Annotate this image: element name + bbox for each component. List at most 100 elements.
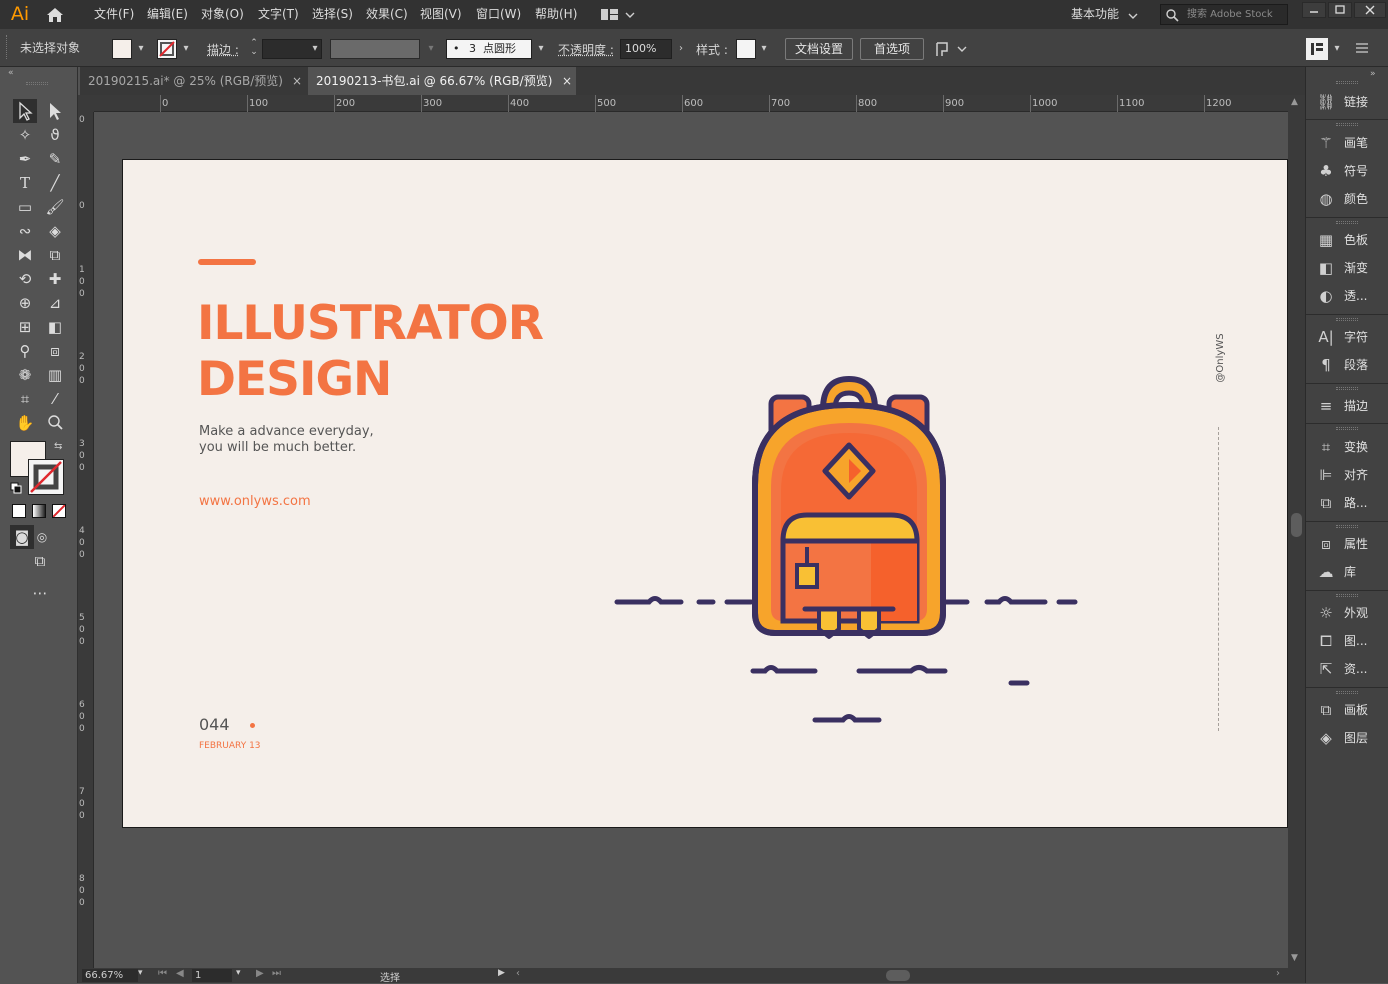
vertical-ruler[interactable]: 0 0 100 200 300 400 500 600 700 800 — [78, 112, 94, 968]
document-setup-button[interactable]: 文档设置 — [785, 38, 853, 60]
opacity-field[interactable]: 100% — [620, 39, 672, 59]
brush-definition-field[interactable]: • 3 点圆形 — [446, 39, 532, 59]
search-stock-field[interactable]: 搜索 Adobe Stock — [1160, 4, 1288, 25]
panel-symbols[interactable]: ♣ 符号 — [1314, 158, 1384, 184]
stroke-weight-stepper[interactable]: ⌃ ⌄ — [248, 39, 260, 59]
panel-appearance[interactable]: ☼ 外观 — [1314, 600, 1384, 626]
chevron-down-icon[interactable] — [1128, 10, 1138, 20]
panel-gradient[interactable]: ◧ 渐变 — [1314, 255, 1384, 281]
home-icon[interactable] — [44, 5, 66, 25]
expand-panels-icon[interactable]: » — [1370, 69, 1376, 79]
shaper-tool-icon[interactable]: ∾ — [13, 219, 37, 243]
column-graph-tool-icon[interactable]: ▥ — [43, 363, 67, 387]
panel-links[interactable]: ⛓ 链接 — [1314, 89, 1384, 115]
close-icon[interactable]: × — [292, 67, 302, 95]
toolbox-grip[interactable] — [26, 82, 48, 85]
panel-graphic-styles[interactable]: ⧠ 图... — [1314, 628, 1384, 654]
panel-menu-icon[interactable] — [1354, 41, 1370, 55]
screen-mode-icon[interactable]: ⧉ — [28, 549, 52, 573]
next-artboard-button[interactable]: ▶ — [256, 968, 264, 979]
width-tool-icon[interactable]: ⟲ — [13, 267, 37, 291]
selection-tool-icon[interactable] — [13, 99, 37, 123]
panel-grip[interactable] — [1336, 221, 1358, 224]
panel-paragraph[interactable]: ¶ 段落 — [1314, 352, 1384, 378]
control-bar-grip[interactable] — [6, 35, 9, 59]
panel-properties[interactable]: ⧈ 属性 — [1314, 531, 1384, 557]
panel-toggle-dropdown[interactable]: ▾ — [1330, 39, 1344, 59]
draw-behind-icon[interactable]: ◎ — [30, 525, 54, 549]
edit-toolbar-icon[interactable]: ⋯ — [28, 581, 52, 605]
panel-libraries[interactable]: ☁ 库 — [1314, 559, 1384, 585]
profile-dropdown[interactable]: ▾ — [424, 39, 438, 59]
panel-layers[interactable]: ◈ 图层 — [1314, 725, 1384, 751]
panel-artboards[interactable]: ⧉ 画板 — [1314, 697, 1384, 723]
fill-color-swatch[interactable] — [112, 39, 132, 59]
paintbrush-tool-icon[interactable]: 🖌 — [43, 195, 67, 219]
panel-transform[interactable]: ⌗ 变换 — [1314, 434, 1384, 460]
line-segment-tool-icon[interactable]: ╱ — [43, 171, 67, 195]
default-colors-icon[interactable] — [10, 482, 22, 494]
tab-document-1[interactable]: 20190215.ai* @ 25% (RGB/预览) × — [80, 67, 306, 95]
lasso-tool-icon[interactable]: ϑ — [43, 123, 67, 147]
stroke-dropdown[interactable]: ▾ — [179, 39, 193, 59]
tab-document-2[interactable]: 20190213-书包.ai @ 66.67% (RGB/预览) × — [308, 67, 576, 95]
magic-wand-tool-icon[interactable]: ✧ — [13, 123, 37, 147]
scroll-down-arrow[interactable]: ▼ — [1291, 953, 1298, 963]
minimize-button[interactable] — [1302, 2, 1326, 18]
blend-tool-icon[interactable]: ⧈ — [43, 339, 67, 363]
type-tool-icon[interactable]: T — [13, 171, 37, 195]
workspace-switcher[interactable]: 基本功能 — [1071, 0, 1119, 29]
panel-transparency[interactable]: ◐ 透... — [1314, 283, 1384, 309]
arrange-documents-icon[interactable] — [600, 8, 636, 22]
pen-tool-icon[interactable]: ✒ — [13, 147, 37, 171]
panel-grip[interactable] — [1336, 691, 1358, 694]
reflect-tool-icon[interactable]: ⧓ — [13, 243, 37, 267]
color-mode-icon[interactable] — [12, 504, 26, 518]
eraser-tool-icon[interactable]: ◈ — [43, 219, 67, 243]
panel-color[interactable]: ◍ 颜色 — [1314, 186, 1384, 212]
none-mode-icon[interactable] — [52, 504, 66, 518]
first-artboard-button[interactable]: ⏮ — [158, 968, 167, 979]
panel-grip[interactable] — [1336, 123, 1358, 126]
fill-dropdown[interactable]: ▾ — [134, 39, 148, 59]
stroke-label[interactable]: 描边 : — [207, 42, 239, 58]
horizontal-scroll-thumb[interactable] — [886, 970, 910, 981]
menu-file[interactable]: 文件(F) — [94, 0, 134, 29]
zoom-dropdown[interactable]: ▾ — [138, 968, 143, 978]
hand-tool-icon[interactable]: ✋ — [13, 411, 37, 435]
opacity-label[interactable]: 不透明度 : — [558, 42, 614, 58]
artboard-number-field[interactable]: 1 — [192, 969, 232, 982]
symbol-sprayer-tool-icon[interactable]: ❁ — [13, 363, 37, 387]
panel-grip[interactable] — [1336, 427, 1358, 430]
panel-grip[interactable] — [1336, 81, 1358, 84]
maximize-button[interactable] — [1328, 2, 1352, 18]
menu-effect[interactable]: 效果(C) — [366, 0, 408, 29]
panel-align[interactable]: ⊫ 对齐 — [1314, 462, 1384, 488]
variable-width-profile[interactable] — [330, 39, 420, 59]
ruler-origin[interactable] — [78, 95, 94, 112]
collapse-panel-icon[interactable]: « — [8, 69, 22, 78]
menu-edit[interactable]: 编辑(E) — [147, 0, 188, 29]
stroke-color-swatch[interactable] — [157, 39, 177, 59]
horizontal-ruler[interactable]: 0 100 200 300 400 500 600 700 800 900 10… — [94, 95, 1288, 112]
panel-grip[interactable] — [1336, 525, 1358, 528]
gradient-tool-icon[interactable]: ◧ — [43, 315, 67, 339]
menu-window[interactable]: 窗口(W) — [476, 0, 521, 29]
panel-grip[interactable] — [1336, 387, 1358, 390]
quick-actions-icon[interactable] — [934, 39, 970, 59]
menu-view[interactable]: 视图(V) — [420, 0, 462, 29]
panel-grip[interactable] — [1336, 594, 1358, 597]
previous-artboard-button[interactable]: ◀ — [176, 968, 184, 979]
menu-type[interactable]: 文字(T) — [258, 0, 299, 29]
panel-brushes[interactable]: ⚚ 画笔 — [1314, 130, 1384, 156]
direct-selection-tool-icon[interactable] — [43, 99, 67, 123]
puppet-warp-tool-icon[interactable]: ✚ — [43, 267, 67, 291]
slice-tool-icon[interactable]: ⁄ — [43, 387, 67, 411]
menu-select[interactable]: 选择(S) — [312, 0, 353, 29]
perspective-grid-tool-icon[interactable]: ⊿ — [43, 291, 67, 315]
stroke-weight-dropdown[interactable]: ▾ — [308, 39, 322, 59]
zoom-field[interactable]: 66.67% — [82, 969, 138, 982]
scroll-right-arrow[interactable]: › — [1276, 968, 1280, 979]
rectangle-tool-icon[interactable]: ▭ — [13, 195, 37, 219]
scroll-thumb[interactable] — [1291, 513, 1302, 537]
